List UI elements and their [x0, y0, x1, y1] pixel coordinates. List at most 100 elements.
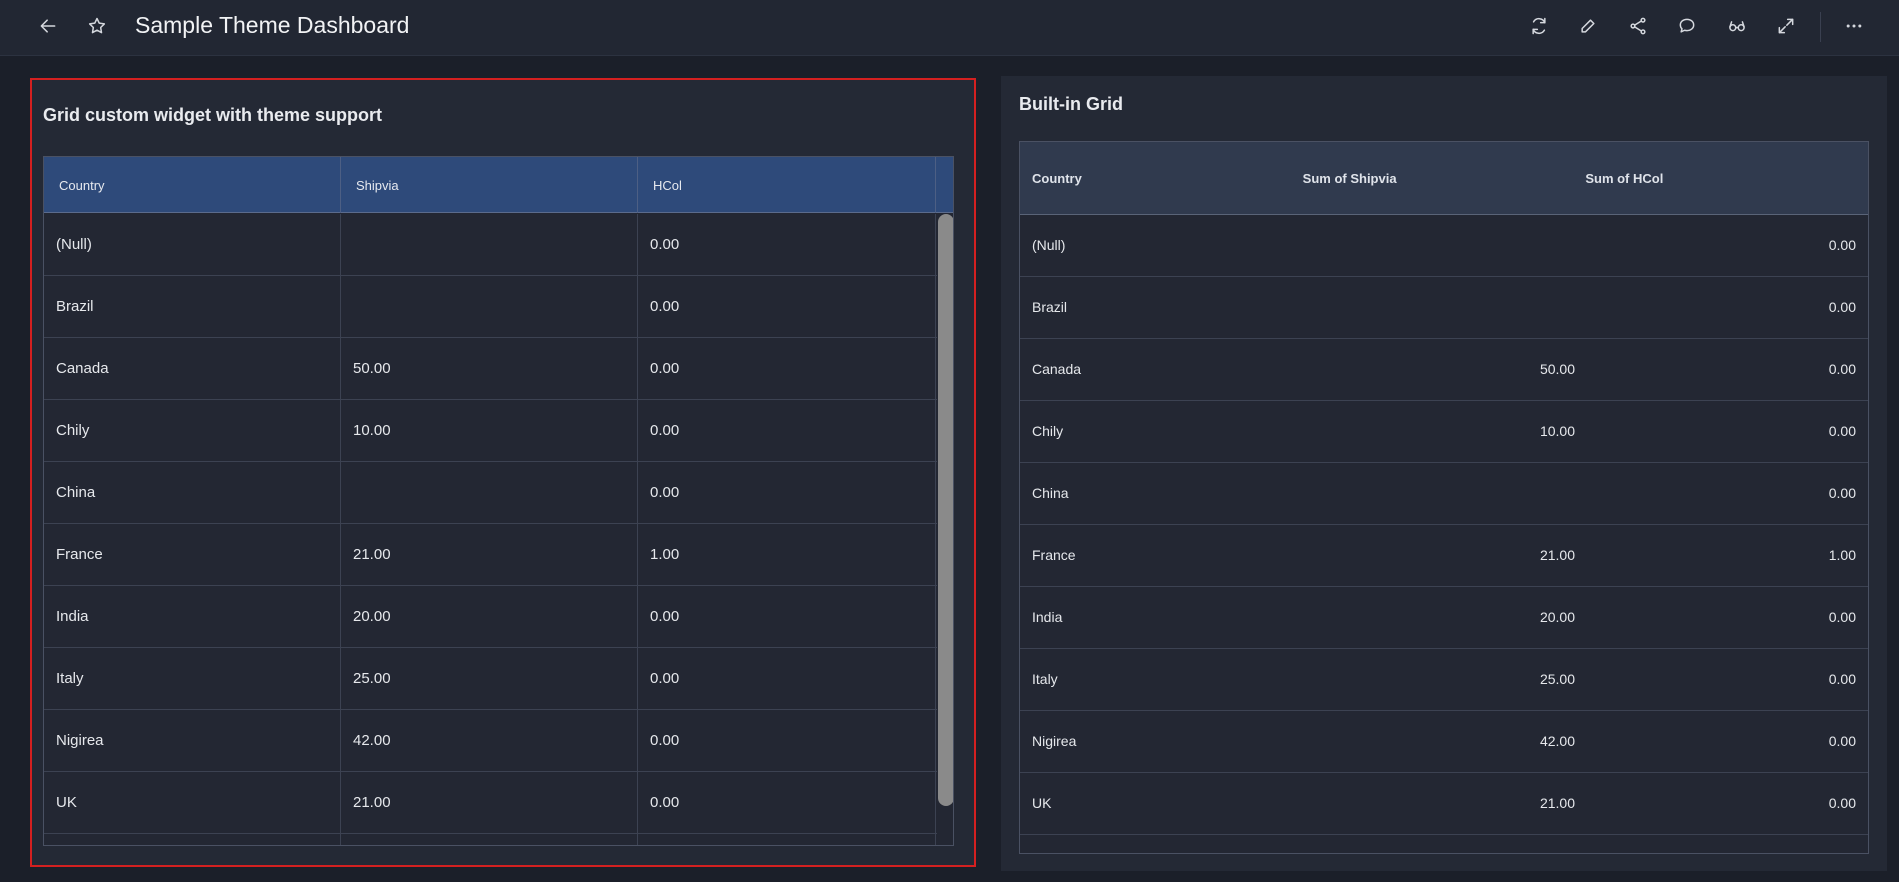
cell-country: Brazil	[44, 276, 341, 337]
grid-header: Country Sum of Shipvia Sum of HCol	[1020, 142, 1868, 215]
cell-shipvia	[341, 462, 638, 523]
cell-hcol: 0.00	[1828, 671, 1856, 687]
table-row[interactable]: Canada 50.00 0.00	[44, 338, 937, 400]
cell-shipvia: 21.00	[1539, 547, 1575, 563]
table-row[interactable]: Italy 25.00 0.00	[1020, 649, 1868, 711]
custom-grid: Country Shipvia HCol (Null) 0.00 Brazil 0.…	[43, 156, 954, 846]
cell-hcol: 0.00	[1828, 361, 1856, 377]
cell-hcol: 0.00	[638, 710, 936, 771]
column-header-sum-hcol[interactable]: Sum of HCol	[1585, 171, 1868, 186]
cell-shipvia: 50.00	[1539, 361, 1575, 377]
table-row[interactable]: China 0.00	[44, 462, 937, 524]
cell-country: Chily	[1032, 423, 1064, 439]
table-row-partial	[44, 834, 937, 845]
cell-hcol: 0.00	[638, 772, 936, 833]
page-title: Sample Theme Dashboard	[135, 12, 410, 38]
refresh-icon[interactable]	[1521, 8, 1557, 44]
top-bar: Sample Theme Dashboard	[0, 0, 1899, 56]
cell-hcol: 0.00	[1828, 733, 1856, 749]
table-row[interactable]: Chily 10.00 0.00	[1020, 401, 1868, 463]
view-glasses-icon[interactable]	[1719, 8, 1755, 44]
expand-icon[interactable]	[1768, 8, 1804, 44]
cell-country: Nigirea	[44, 710, 341, 771]
cell-shipvia: 20.00	[1539, 609, 1575, 625]
cell-shipvia	[341, 214, 638, 275]
cell-country	[44, 834, 341, 845]
table-row[interactable]: Chily 10.00 0.00	[44, 400, 937, 462]
table-row[interactable]: France 21.00 1.00	[1020, 525, 1868, 587]
vertical-scrollbar[interactable]	[937, 214, 953, 845]
cell-shipvia	[341, 834, 638, 845]
cell-shipvia: 25.00	[1539, 671, 1575, 687]
cell-hcol: 0.00	[638, 338, 936, 399]
cell-country: (Null)	[1032, 237, 1066, 253]
table-row[interactable]: Canada 50.00 0.00	[1020, 339, 1868, 401]
cell-hcol: 0.00	[1828, 299, 1856, 315]
table-row[interactable]: UK 21.00 0.00	[44, 772, 937, 834]
table-row[interactable]: Brazil 0.00	[44, 276, 937, 338]
toolbar-divider	[1820, 12, 1821, 42]
cell-shipvia	[341, 276, 638, 337]
column-header-hcol[interactable]: HCol	[638, 157, 936, 213]
cell-shipvia: 21.00	[1539, 795, 1575, 811]
cell-shipvia: 50.00	[341, 338, 638, 399]
cell-country: France	[1032, 547, 1076, 563]
cell-hcol: 0.00	[638, 214, 936, 275]
column-header-sum-shipvia[interactable]: Sum of Shipvia	[1303, 171, 1586, 186]
cell-country: India	[44, 586, 341, 647]
cell-country: Nigirea	[1032, 733, 1077, 749]
table-row[interactable]: India 20.00 0.00	[44, 586, 937, 648]
table-row[interactable]: China 0.00	[1020, 463, 1868, 525]
cell-hcol: 1.00	[638, 524, 936, 585]
custom-grid-widget[interactable]: Grid custom widget with theme support Co…	[30, 78, 976, 867]
cell-shipvia: 21.00	[341, 524, 638, 585]
cell-shipvia: 20.00	[341, 586, 638, 647]
table-row[interactable]: France 21.00 1.00	[44, 524, 937, 586]
back-arrow-icon[interactable]	[30, 8, 66, 44]
cell-shipvia: 42.00	[1539, 733, 1575, 749]
cell-country: Canada	[44, 338, 341, 399]
table-row[interactable]: Nigirea 42.00 0.00	[44, 710, 937, 772]
cell-hcol: 0.00	[638, 400, 936, 461]
edit-pencil-icon[interactable]	[1570, 8, 1606, 44]
table-row[interactable]: (Null) 0.00	[1020, 215, 1868, 277]
column-header-country[interactable]: Country	[44, 157, 341, 213]
cell-country: Brazil	[1032, 299, 1068, 315]
cell-shipvia: 10.00	[1539, 423, 1575, 439]
share-icon[interactable]	[1620, 8, 1656, 44]
table-row[interactable]: Nigirea 42.00 0.00	[1020, 711, 1868, 773]
cell-hcol: 0.00	[638, 648, 936, 709]
scrollbar-thumb[interactable]	[938, 214, 953, 806]
column-header-country[interactable]: Country	[1020, 171, 1303, 186]
cell-shipvia: 42.00	[341, 710, 638, 771]
cell-country: Italy	[1032, 671, 1058, 687]
builtin-grid: Country Sum of Shipvia Sum of HCol (Null…	[1019, 141, 1869, 854]
cell-shipvia: 25.00	[341, 648, 638, 709]
comment-icon[interactable]	[1669, 8, 1705, 44]
builtin-grid-widget[interactable]: Built-in Grid Country Sum of Shipvia Sum…	[1001, 76, 1887, 871]
table-row[interactable]: Brazil 0.00	[1020, 277, 1868, 339]
cell-country: Chily	[44, 400, 341, 461]
cell-country: China	[44, 462, 341, 523]
table-row[interactable]: (Null) 0.00	[44, 214, 937, 276]
column-header-shipvia[interactable]: Shipvia	[341, 157, 638, 213]
more-options-icon[interactable]	[1836, 8, 1872, 44]
cell-country: UK	[1032, 795, 1052, 811]
star-icon[interactable]	[79, 8, 115, 44]
grid-header: Country Shipvia HCol	[44, 157, 937, 213]
cell-hcol: 0.00	[638, 276, 936, 337]
cell-hcol: 0.00	[1828, 237, 1856, 253]
cell-country: (Null)	[44, 214, 341, 275]
cell-country: UK	[44, 772, 341, 833]
table-row[interactable]: India 20.00 0.00	[1020, 587, 1868, 649]
cell-shipvia: 10.00	[341, 400, 638, 461]
cell-hcol: 0.00	[1828, 609, 1856, 625]
table-row[interactable]: Italy 25.00 0.00	[44, 648, 937, 710]
widget-title: Built-in Grid	[1019, 94, 1123, 114]
cell-hcol: 0.00	[1828, 485, 1856, 501]
cell-country: China	[1032, 485, 1069, 501]
table-row[interactable]: UK 21.00 0.00	[1020, 773, 1868, 835]
widget-title: Grid custom widget with theme support	[43, 105, 383, 125]
cell-country: India	[1032, 609, 1063, 625]
cell-hcol: 0.00	[638, 462, 936, 523]
